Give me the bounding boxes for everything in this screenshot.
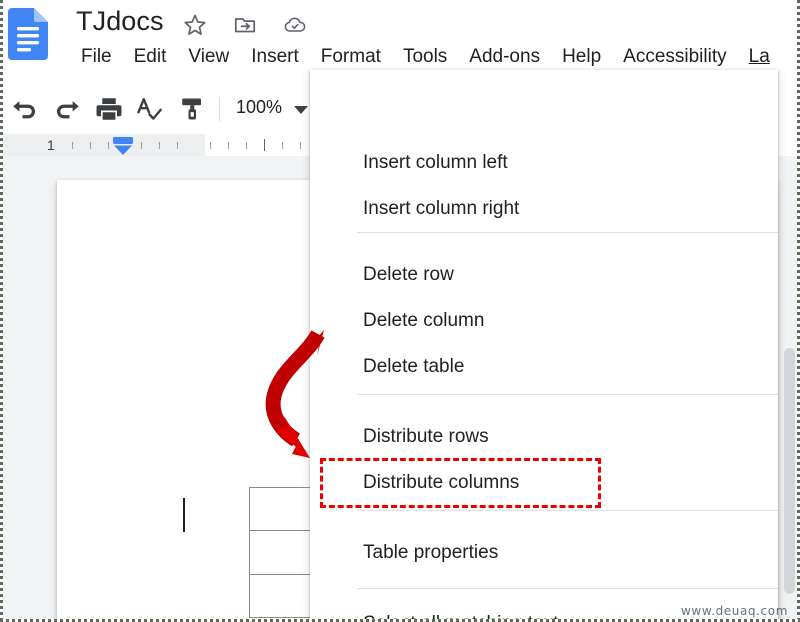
menu-bar: File Edit View Insert Format Tools Add-o…	[70, 44, 781, 70]
vertical-scrollbar-thumb[interactable]	[784, 348, 795, 594]
menu-tools[interactable]: Tools	[392, 44, 458, 70]
document-title[interactable]: TJdocs	[76, 6, 164, 37]
watermark: www.deuaq.com	[681, 604, 788, 618]
menu-separator	[357, 232, 778, 233]
menu-format[interactable]: Format	[310, 44, 392, 70]
menu-item-distribute-columns[interactable]: Distribute columns	[310, 460, 778, 506]
menu-file[interactable]: File	[70, 44, 123, 70]
zoom-level-value[interactable]: 100%	[236, 97, 282, 118]
menu-item-table-properties[interactable]: Table properties	[310, 530, 778, 576]
menu-help[interactable]: Help	[551, 44, 612, 70]
menu-add-ons[interactable]: Add-ons	[458, 44, 551, 70]
menu-separator	[357, 588, 778, 589]
toolbar-divider	[219, 97, 220, 121]
menu-item-delete-table[interactable]: Delete table	[310, 344, 778, 390]
menu-separator	[357, 510, 778, 511]
menu-item-delete-column[interactable]: Delete column	[310, 298, 778, 344]
format-table-submenu[interactable]: Insert column left Insert column right D…	[310, 70, 778, 622]
menu-item-distribute-rows[interactable]: Distribute rows	[310, 414, 778, 460]
spellcheck-icon[interactable]	[134, 94, 164, 124]
text-cursor	[183, 498, 185, 532]
menu-item-insert-column-right[interactable]: Insert column right	[310, 186, 778, 232]
chevron-down-icon[interactable]	[294, 106, 308, 114]
ruler-number-label: 1	[47, 137, 55, 153]
title-bar: TJdocs File Edit View Insert Format Tool…	[0, 0, 800, 72]
star-icon[interactable]	[182, 12, 208, 38]
print-icon[interactable]	[94, 94, 124, 124]
move-to-folder-icon[interactable]	[232, 12, 258, 38]
undo-icon[interactable]	[10, 94, 40, 124]
menu-last-edit[interactable]: La	[738, 44, 781, 70]
menu-separator	[357, 394, 778, 395]
google-docs-window: TJdocs File Edit View Insert Format Tool…	[0, 0, 800, 622]
menu-item-delete-row[interactable]: Delete row	[310, 252, 778, 298]
menu-view[interactable]: View	[177, 44, 240, 70]
paint-format-icon[interactable]	[177, 94, 207, 124]
menu-item-insert-column-left[interactable]: Insert column left	[310, 140, 778, 186]
menu-insert[interactable]: Insert	[240, 44, 310, 70]
cloud-saved-icon[interactable]	[282, 12, 308, 38]
redo-icon[interactable]	[52, 94, 82, 124]
menu-edit[interactable]: Edit	[123, 44, 178, 70]
docs-document-icon[interactable]	[8, 8, 48, 60]
menu-accessibility[interactable]: Accessibility	[612, 44, 737, 70]
